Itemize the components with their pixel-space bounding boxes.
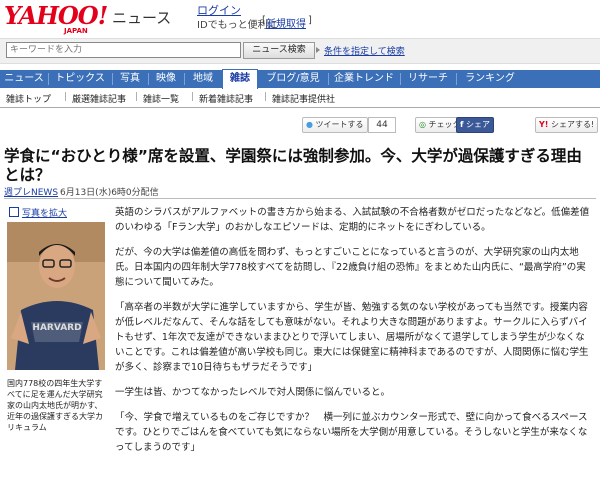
photo-caption: 国内778校の四年生大学すべてに足を運んだ大学研究家の山内太地氏が明かす、近年の… [7,379,103,432]
tab-divider [456,73,457,85]
yahoo-japan-logo[interactable]: YAHOO! JAPAN [4,1,108,35]
tab-video[interactable]: 映像 [152,70,180,88]
yahoo-share-button[interactable]: Y! シェアする! [535,117,599,133]
source-link[interactable]: 週プレNEWS [4,185,58,198]
logo-text: YAHOO! [4,1,108,30]
tab-topics[interactable]: トピックス [52,70,108,88]
subnav-magazine-top[interactable]: 雑誌トップ [6,92,51,105]
tweet-button[interactable]: ● ツイートする [302,117,368,133]
subnav-divider: | [191,92,195,102]
search-button[interactable]: ニュース検索 [243,42,315,59]
publish-date: 6月13日(水)6時0分配信 [60,188,159,198]
tab-research[interactable]: リサーチ [404,70,452,88]
tab-divider [184,73,185,85]
advanced-search-link[interactable]: 条件を指定して検索 [324,44,405,57]
tweet-label: ツイートする [315,120,364,129]
subnav-divider: | [64,92,68,102]
signup-link[interactable]: 新規取得 [266,15,306,30]
twitter-bird-icon: ● [306,120,313,129]
tab-magazine[interactable]: 雑誌 [222,69,258,89]
tab-business-trend[interactable]: 企業トレンド [332,70,396,88]
svg-text:HARVARD: HARVARD [32,323,81,333]
check-icon: ◎ [419,120,426,129]
article-photo[interactable]: HARVARD [7,222,105,370]
subnav-providers[interactable]: 雑誌記事提供社 [272,92,335,105]
facebook-share-label: シェア [466,120,491,129]
subnav-selected-articles[interactable]: 厳選雑誌記事 [72,92,126,105]
subnav-new-articles[interactable]: 新着雑誌記事 [199,92,253,105]
facebook-icon: f [460,120,464,129]
magnifier-icon [9,207,19,217]
tab-photos[interactable]: 写真 [116,70,144,88]
tab-blog[interactable]: ブログ/意見 [262,70,324,88]
search-input[interactable] [6,42,241,58]
paragraph: だが、今の大学は偏差値の高低を問わず、もっとすごいことになっていると言うのが、大… [115,247,586,288]
tab-divider [148,73,149,85]
article-body: 英語のシラバスがアルファベットの書き方から始まる、入試試験の不合格者数がゼロだっ… [115,205,593,465]
tweet-count: 44 [368,117,396,133]
tab-divider [112,73,113,85]
paragraph: 「今、学食で増えているものをご存じですか？ 横一列に並ぶカウンター形式で、壁に向… [115,412,588,453]
tab-divider [400,73,401,85]
subnav-divider: | [264,92,268,102]
tab-divider [48,73,49,85]
article-title: 学食に“おひとり様”席を設置、学園祭には強制参加。今、大学が過保護すぎる理由とは… [4,147,582,184]
tab-local[interactable]: 地域 [188,70,218,88]
paragraph: 一学生は皆、かつてなかったレベルで対人関係に悩んでいると。 [115,387,391,398]
logo-sub: JAPAN [64,27,88,35]
paragraph: 英語のシラバスがアルファベットの書き方から始まる、入試試験の不合格者数がゼロだっ… [115,207,590,233]
yahoo-icon: Y! [539,120,549,129]
section-label: ニュース [112,9,172,27]
paragraph: 「高卒者の半数が大学に進学していますから、学生が皆、勉強する気のない学校があって… [115,302,589,373]
yahoo-share-label: シェアする! [551,120,595,129]
subnav-magazine-list[interactable]: 雑誌一覧 [143,92,179,105]
tab-news[interactable]: ニュース [4,70,44,88]
signup-bracket-close: ] [308,15,312,26]
arrow-right-icon [316,47,320,53]
zoom-photo-link[interactable]: 写真を拡大 [22,206,67,219]
divider [4,198,596,199]
person-photo-illustration: HARVARD [7,222,105,370]
tab-ranking[interactable]: ランキング [460,70,520,88]
tab-divider [328,73,329,85]
facebook-share-button[interactable]: f シェア [456,117,495,133]
subnav-divider: | [135,92,139,102]
